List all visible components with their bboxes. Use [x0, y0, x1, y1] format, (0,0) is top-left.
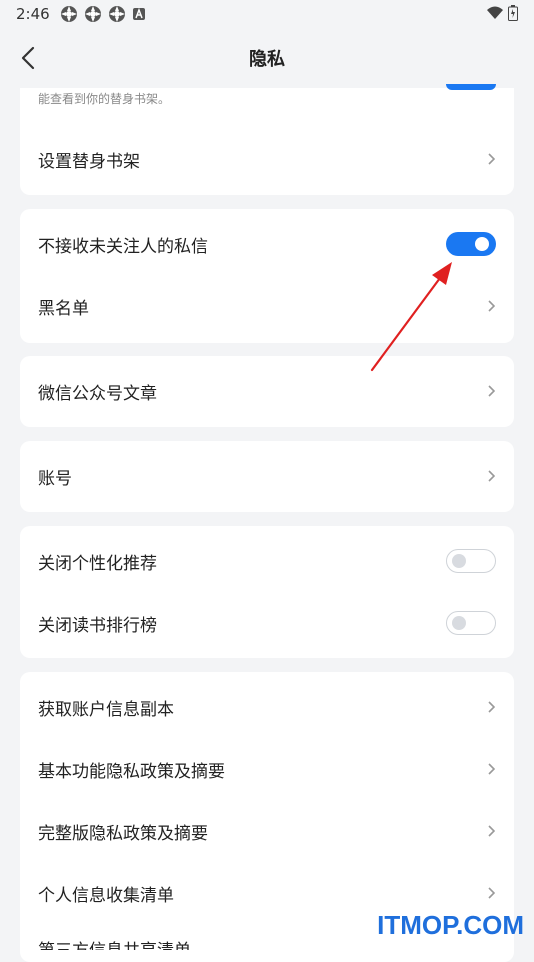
app-header: 隐私: [0, 28, 534, 88]
row-label: 个人信息收集清单: [38, 885, 174, 906]
status-system-icons: [486, 5, 518, 21]
a-notification-icon: [132, 7, 145, 20]
row-label: 不接收未关注人的私信: [38, 236, 208, 257]
card-messages: 不接收未关注人的私信 黑名单: [20, 209, 514, 343]
reject-dm-toggle[interactable]: [446, 232, 496, 256]
set-alias-bookshelf-item[interactable]: 设置替身书架: [20, 128, 514, 190]
basic-privacy-policy-item[interactable]: 基本功能隐私政策及摘要: [20, 738, 514, 800]
app-notification-icon: [108, 6, 125, 22]
chevron-right-icon: [486, 299, 496, 313]
app-notification-icon: [84, 6, 101, 22]
blacklist-item[interactable]: 黑名单: [20, 275, 514, 337]
row-label: 关闭个性化推荐: [38, 553, 157, 574]
disable-ranking-toggle[interactable]: [446, 611, 496, 635]
row-label: 基本功能隐私政策及摘要: [38, 761, 225, 782]
row-label: 关闭读书排行榜: [38, 615, 157, 636]
chevron-right-icon: [486, 886, 496, 900]
reject-dm-item: 不接收未关注人的私信: [20, 213, 514, 275]
chevron-right-icon: [486, 762, 496, 776]
watermark: ITMOP.COM: [377, 910, 524, 940]
toggle-knob: [475, 237, 489, 251]
card-wechat-articles: 微信公众号文章: [20, 356, 514, 427]
alias-bookshelf-description: 能查看到你的替身书架。: [38, 92, 171, 106]
toggle-knob: [452, 615, 466, 630]
card-alias-bookshelf: 能查看到你的替身书架。 设置替身书架: [20, 84, 514, 195]
chevron-right-icon: [486, 469, 496, 483]
status-notification-icons: [60, 5, 146, 23]
app-notification-icon: [60, 6, 77, 22]
alias-bookshelf-toggle[interactable]: [446, 84, 496, 90]
battery-icon: [508, 5, 518, 21]
row-label: 微信公众号文章: [38, 383, 157, 404]
disable-ranking-item: 关闭读书排行榜: [20, 592, 514, 654]
chevron-right-icon: [486, 152, 496, 166]
page-title: 隐私: [249, 49, 285, 70]
account-item[interactable]: 账号: [20, 445, 514, 507]
back-arrow-icon: [21, 46, 35, 70]
wifi-icon: [487, 6, 503, 19]
status-bar: 2:46: [0, 0, 534, 28]
chevron-right-icon: [486, 824, 496, 838]
row-label: 完整版隐私政策及摘要: [38, 823, 208, 844]
status-time: 2:46: [16, 5, 50, 23]
card-account: 账号: [20, 441, 514, 512]
row-label: 获取账户信息副本: [38, 699, 174, 720]
disable-personalized-item: 关闭个性化推荐: [20, 530, 514, 592]
wechat-articles-item[interactable]: 微信公众号文章: [20, 360, 514, 422]
card-recommendation: 关闭个性化推荐 关闭读书排行榜: [20, 526, 514, 658]
disable-personalized-toggle[interactable]: [446, 549, 496, 573]
row-label: 设置替身书架: [38, 151, 140, 172]
toggle-knob: [452, 553, 466, 568]
third-party-sharing-item[interactable]: 第三方信息共享清单: [38, 938, 191, 950]
row-label: 黑名单: [38, 298, 89, 319]
back-button[interactable]: [14, 42, 42, 74]
row-label: 账号: [38, 468, 72, 489]
chevron-right-icon: [486, 384, 496, 398]
chevron-right-icon: [486, 700, 496, 714]
full-privacy-policy-item[interactable]: 完整版隐私政策及摘要: [20, 800, 514, 862]
account-info-copy-item[interactable]: 获取账户信息副本: [20, 676, 514, 738]
